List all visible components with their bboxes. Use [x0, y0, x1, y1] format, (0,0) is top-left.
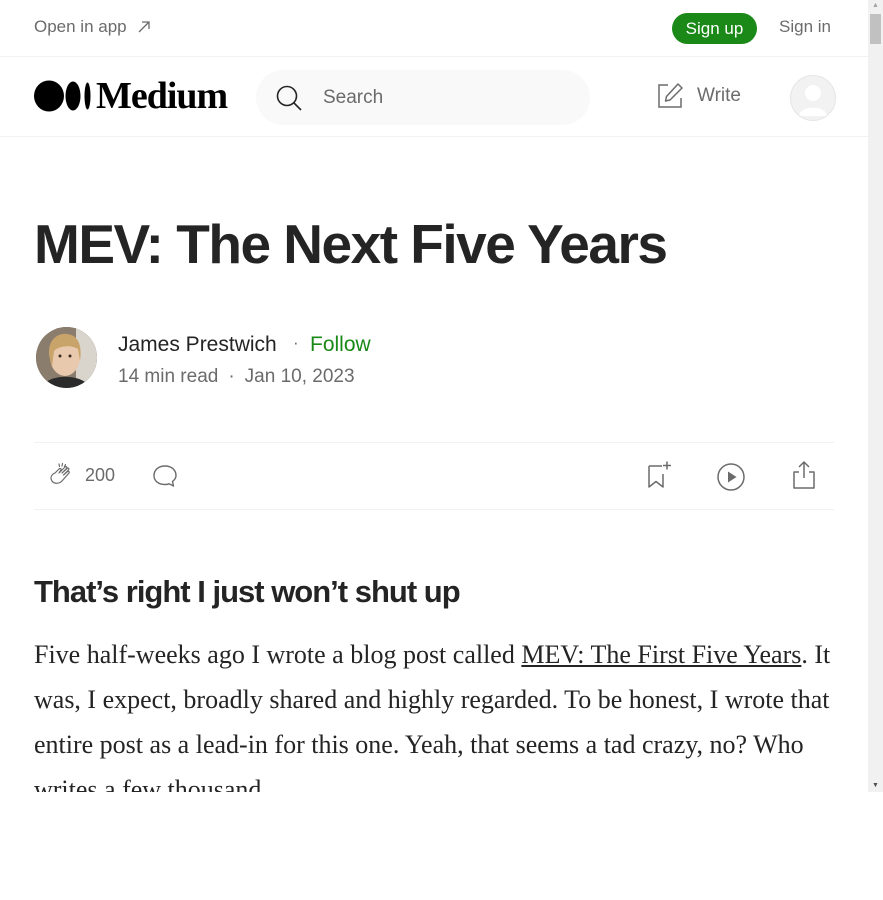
top-bar: Open in app Sign up Sign in [0, 0, 868, 57]
medium-logo[interactable]: Medium [34, 75, 228, 117]
search-icon [276, 85, 302, 111]
publish-date: Jan 10, 2023 [244, 366, 355, 387]
share-icon[interactable] [790, 460, 818, 490]
scrollbar-thumb[interactable] [870, 14, 881, 44]
logo-wordmark: Medium [96, 75, 228, 117]
scroll-up-arrow-icon[interactable]: ▲ [868, 2, 883, 10]
article-actions-bar: 200 [34, 442, 834, 510]
scroll-down-arrow-icon[interactable]: ▼ [868, 782, 883, 790]
article-title: MEV: The Next Five Years [34, 213, 668, 275]
bookmark-icon[interactable] [645, 460, 673, 490]
author-photo [36, 327, 97, 388]
search-bar[interactable] [256, 70, 590, 125]
clap-button[interactable]: 200 [47, 460, 115, 490]
page-viewport: Open in app Sign up Sign in Medium Write… [0, 0, 868, 792]
read-time: 14 min read [118, 366, 219, 387]
clap-icon [50, 462, 70, 484]
write-label: Write [697, 85, 741, 106]
write-icon [658, 83, 683, 108]
vertical-scrollbar[interactable]: ▲ ▼ [868, 0, 883, 792]
paragraph-text-start: Five half-weeks ago I wrote a blog post … [34, 640, 522, 669]
play-icon[interactable] [716, 462, 746, 492]
author-avatar[interactable] [36, 327, 97, 388]
sign-in-link[interactable]: Sign in [779, 17, 831, 37]
sign-up-button[interactable]: Sign up [672, 13, 757, 44]
follow-button[interactable]: Follow [310, 333, 371, 357]
external-arrow-icon [138, 21, 150, 33]
user-avatar-icon [799, 85, 827, 116]
article-meta: 14 min read · Jan 10, 2023 [118, 366, 355, 388]
article-paragraph: Five half-weeks ago I wrote a blog post … [34, 632, 834, 792]
first-five-years-link[interactable]: MEV: The First Five Years [521, 640, 801, 669]
comment-icon[interactable] [151, 462, 179, 490]
meta-separator: · [228, 366, 235, 387]
medium-logo-icon [34, 80, 91, 112]
author-name[interactable]: James Prestwich [118, 333, 277, 357]
main-nav: Medium Write [0, 57, 868, 137]
section-heading: That’s right I just won’t shut up [34, 574, 461, 609]
open-in-app-label: Open in app [34, 17, 127, 36]
separator-dot: · [293, 333, 299, 352]
search-input[interactable] [321, 85, 565, 110]
open-in-app-link[interactable]: Open in app [34, 17, 151, 37]
user-avatar[interactable] [790, 75, 836, 121]
clap-count: 200 [85, 464, 116, 485]
write-button[interactable]: Write [655, 81, 741, 111]
